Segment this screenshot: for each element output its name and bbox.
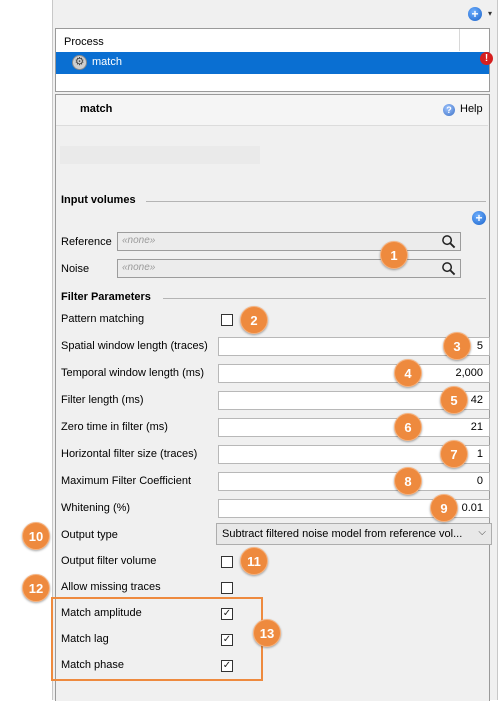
whitening-label: Whitening (%) <box>61 502 131 514</box>
callout-badge-3: 3 <box>443 332 471 360</box>
allow-missing-traces-label: Allow missing traces <box>61 581 161 593</box>
zero-time-input[interactable]: 21 <box>218 418 490 437</box>
add-input-icon[interactable]: + <box>472 211 486 225</box>
temporal-window-input[interactable]: 2,000 <box>218 364 490 383</box>
callout-badge-5: 5 <box>440 386 468 414</box>
output-type-dropdown[interactable]: Subtract filtered noise model from refer… <box>216 523 492 545</box>
search-icon[interactable] <box>441 234 456 249</box>
filter-length-label: Filter length (ms) <box>61 394 144 406</box>
max-filter-coefficient-label: Maximum Filter Coefficient <box>61 475 191 487</box>
callout-badge-2: 2 <box>240 306 268 334</box>
noise-placeholder: «none» <box>122 262 156 273</box>
callout-badge-10: 10 <box>22 522 50 550</box>
output-type-value: Subtract filtered noise model from refer… <box>222 528 463 540</box>
output-type-label: Output type <box>61 529 118 541</box>
callout-badge-6: 6 <box>394 413 422 441</box>
reference-placeholder: «none» <box>122 235 156 246</box>
output-filter-volume-label: Output filter volume <box>61 555 157 567</box>
horizontal-filter-label: Horizontal filter size (traces) <box>61 448 198 460</box>
callout-badge-1: 1 <box>380 241 408 269</box>
callout-badge-12: 12 <box>22 574 50 602</box>
callout-badge-13: 13 <box>253 619 281 647</box>
description-area <box>60 146 260 164</box>
allow-missing-traces-checkbox[interactable] <box>221 582 233 594</box>
max-filter-coefficient-input[interactable]: 0 <box>218 472 490 491</box>
help-icon[interactable]: ? <box>443 104 455 116</box>
reference-label: Reference <box>61 236 112 248</box>
error-icon: ! <box>480 52 493 65</box>
chevron-down-icon: ⌵ <box>478 527 486 538</box>
section-divider <box>146 201 486 202</box>
output-filter-volume-checkbox[interactable] <box>221 556 233 568</box>
process-column-header: Process <box>64 36 104 48</box>
pattern-matching-label: Pattern matching <box>61 313 145 325</box>
gear-icon: ⚙ <box>72 55 87 70</box>
input-volumes-heading: Input volumes <box>61 194 136 206</box>
reference-input[interactable]: «none» <box>117 232 461 251</box>
temporal-window-label: Temporal window length (ms) <box>61 367 205 379</box>
chevron-down-icon[interactable]: ▾ <box>488 9 492 18</box>
panel-title-bar: match ? Help <box>56 95 488 126</box>
search-icon[interactable] <box>441 261 456 276</box>
column-divider <box>459 29 460 51</box>
add-process-icon[interactable]: + <box>468 7 482 21</box>
callout-highlight-box <box>51 597 263 681</box>
noise-label: Noise <box>61 263 90 275</box>
filter-parameters-heading: Filter Parameters <box>61 291 151 303</box>
process-list: Process ⚙ match <box>55 28 490 92</box>
callout-badge-11: 11 <box>240 547 268 575</box>
process-row-label: match <box>92 56 122 68</box>
callout-badge-7: 7 <box>440 440 468 468</box>
pattern-matching-checkbox[interactable] <box>221 314 233 326</box>
help-label[interactable]: Help <box>460 103 483 115</box>
section-divider <box>163 298 486 299</box>
process-row-match[interactable]: ⚙ match <box>56 52 489 74</box>
callout-badge-8: 8 <box>394 467 422 495</box>
spatial-window-label: Spatial window length (traces) <box>61 340 208 352</box>
noise-input[interactable]: «none» <box>117 259 461 278</box>
zero-time-label: Zero time in filter (ms) <box>61 421 168 433</box>
callout-badge-4: 4 <box>394 359 422 387</box>
callout-badge-9: 9 <box>430 494 458 522</box>
panel-title: match <box>80 103 113 115</box>
